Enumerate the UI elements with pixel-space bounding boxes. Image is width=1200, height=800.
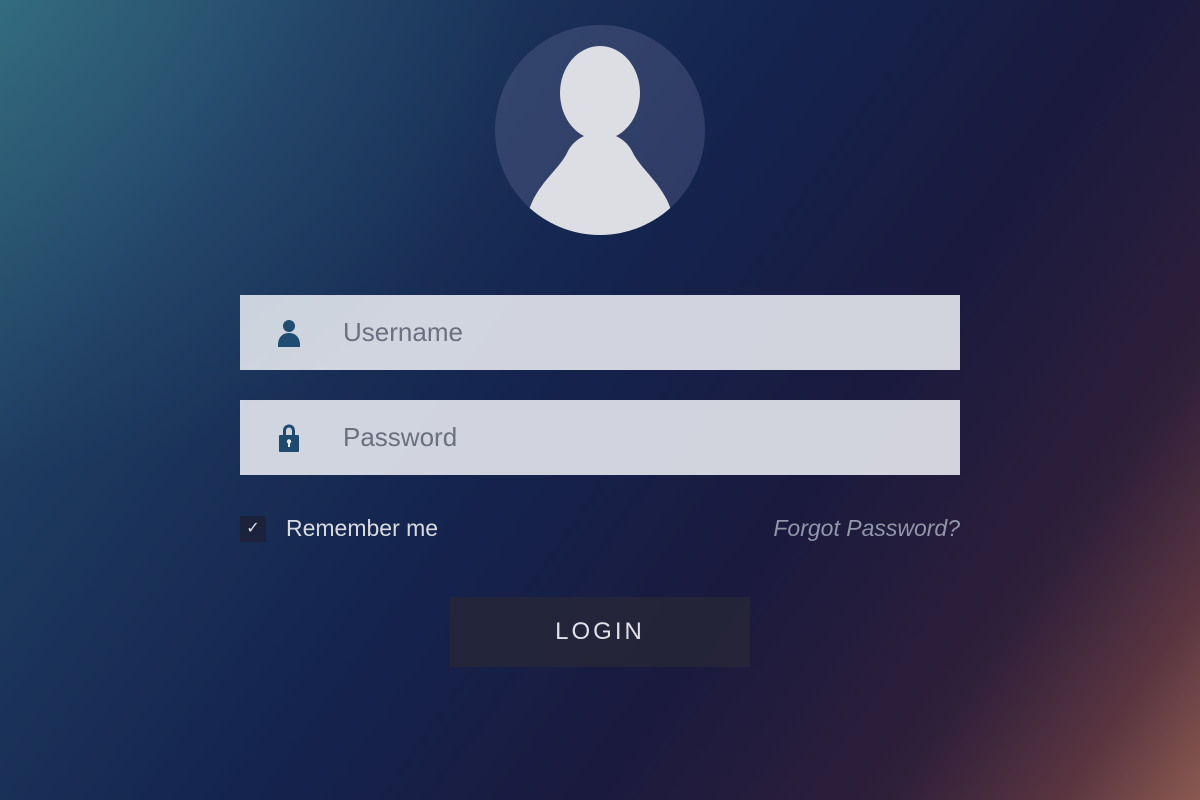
remember-me-container: ✓ Remember me: [240, 515, 438, 542]
user-silhouette-icon: [495, 25, 705, 235]
options-row: ✓ Remember me Forgot Password?: [240, 515, 960, 542]
username-input[interactable]: [343, 317, 925, 348]
user-icon: [275, 317, 303, 349]
login-button[interactable]: LOGIN: [450, 597, 750, 667]
lock-icon: [275, 422, 303, 454]
login-form: ✓ Remember me Forgot Password? LOGIN: [240, 295, 960, 667]
remember-me-checkbox[interactable]: ✓: [240, 516, 266, 542]
password-field-container: [240, 400, 960, 475]
remember-me-label: Remember me: [286, 515, 438, 542]
password-input[interactable]: [343, 422, 925, 453]
avatar-placeholder: [495, 25, 705, 235]
forgot-password-link[interactable]: Forgot Password?: [773, 515, 960, 542]
username-field-container: [240, 295, 960, 370]
checkmark-icon: ✓: [246, 521, 259, 537]
